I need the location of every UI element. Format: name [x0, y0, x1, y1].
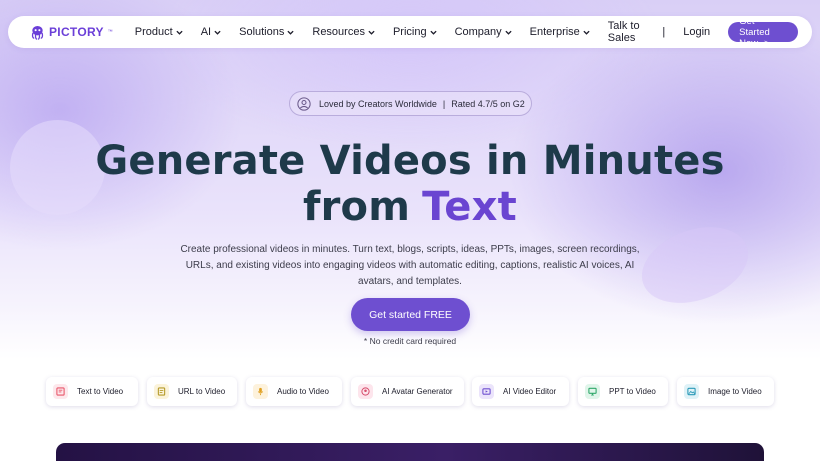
text-video-icon — [53, 384, 68, 399]
avatar-icon — [358, 384, 373, 399]
badge-left-text: Loved by Creators Worldwide — [319, 98, 437, 109]
feature-text-to-video[interactable]: Text to Video — [46, 377, 138, 406]
talk-to-sales-link[interactable]: Talk to Sales — [608, 20, 645, 44]
chevron-down-icon — [505, 30, 512, 35]
menu-resources[interactable]: Resources — [312, 26, 375, 38]
menu-product[interactable]: Product — [135, 26, 183, 38]
menu-label: Resources — [312, 26, 365, 38]
pictory-logo[interactable]: PICTORY ™ — [30, 25, 113, 40]
feature-audio-to-video[interactable]: Audio to Video — [246, 377, 342, 406]
menu-label: AI — [200, 26, 212, 38]
feature-ai-avatar-generator[interactable]: AI Avatar Generator — [351, 377, 464, 406]
feature-label: URL to Video — [178, 387, 226, 396]
rating-badge: Loved by Creators Worldwide | Rated 4.7/… — [289, 91, 532, 116]
nav-separator: | — [662, 26, 666, 38]
microphone-icon — [253, 384, 268, 399]
chevron-down-icon — [176, 30, 183, 35]
get-started-now-button[interactable]: Get Started Now -> — [728, 16, 798, 49]
login-link[interactable]: Login — [683, 26, 710, 38]
presentation-icon — [585, 384, 600, 399]
chevron-down-icon — [368, 30, 375, 35]
hero-title: Generate Videos in Minutes from Text — [0, 138, 820, 230]
nav-actions: Talk to Sales | Login Get Started Now -> — [608, 16, 798, 49]
badge-right-text: Rated 4.7/5 on G2 — [451, 98, 525, 109]
menu-company[interactable]: Company — [455, 26, 512, 38]
main-menu: Product AI Solutions Resources Pricing C… — [135, 26, 608, 38]
feature-label: PPT to Video — [609, 387, 656, 396]
menu-pricing[interactable]: Pricing — [393, 26, 437, 38]
video-preview-frame[interactable] — [56, 443, 764, 461]
top-navigation: PICTORY ™ Product AI Solutions Resources… — [8, 16, 812, 49]
feature-label: Text to Video — [77, 387, 124, 396]
menu-label: Pricing — [392, 26, 427, 38]
badge-separator: | — [442, 98, 446, 109]
hero-title-line2: from Text — [0, 184, 820, 230]
hero-title-line1: Generate Videos in Minutes — [95, 138, 725, 184]
url-doc-icon — [154, 384, 169, 399]
menu-ai[interactable]: AI — [201, 26, 221, 38]
video-editor-icon — [479, 384, 494, 399]
no-credit-card-note: * No credit card required — [363, 336, 457, 346]
feature-ai-video-editor[interactable]: AI Video Editor — [472, 377, 569, 406]
chevron-down-icon — [214, 30, 221, 35]
hero-title-accent: Text — [422, 184, 517, 230]
chevron-down-icon — [583, 30, 590, 35]
get-started-free-button[interactable]: Get started FREE — [351, 298, 470, 331]
feature-url-to-video[interactable]: URL to Video — [147, 377, 237, 406]
logo-text: PICTORY — [49, 25, 104, 39]
menu-label: Company — [454, 26, 502, 38]
image-icon — [684, 384, 699, 399]
feature-ppt-to-video[interactable]: PPT to Video — [578, 377, 668, 406]
user-circle-icon — [297, 96, 311, 111]
feature-image-to-video[interactable]: Image to Video — [677, 377, 774, 406]
chevron-down-icon — [429, 30, 437, 35]
hero-title-from: from — [303, 184, 411, 230]
feature-label: AI Avatar Generator — [382, 387, 453, 396]
menu-label: Enterprise — [529, 26, 580, 38]
menu-label: Solutions — [239, 26, 285, 38]
feature-label: AI Video Editor — [503, 387, 557, 396]
hero-description: Create professional videos in minutes. T… — [180, 244, 640, 287]
octopus-logo-icon — [31, 25, 44, 40]
chevron-down-icon — [287, 30, 294, 35]
menu-solutions[interactable]: Solutions — [239, 26, 294, 38]
feature-label: Image to Video — [708, 387, 762, 396]
menu-label: Product — [134, 26, 173, 38]
logo-trademark: ™ — [107, 29, 113, 35]
menu-enterprise[interactable]: Enterprise — [530, 26, 590, 38]
feature-chips: Text to Video URL to Video Audio to Vide… — [0, 377, 820, 407]
feature-label: Audio to Video — [277, 387, 329, 396]
